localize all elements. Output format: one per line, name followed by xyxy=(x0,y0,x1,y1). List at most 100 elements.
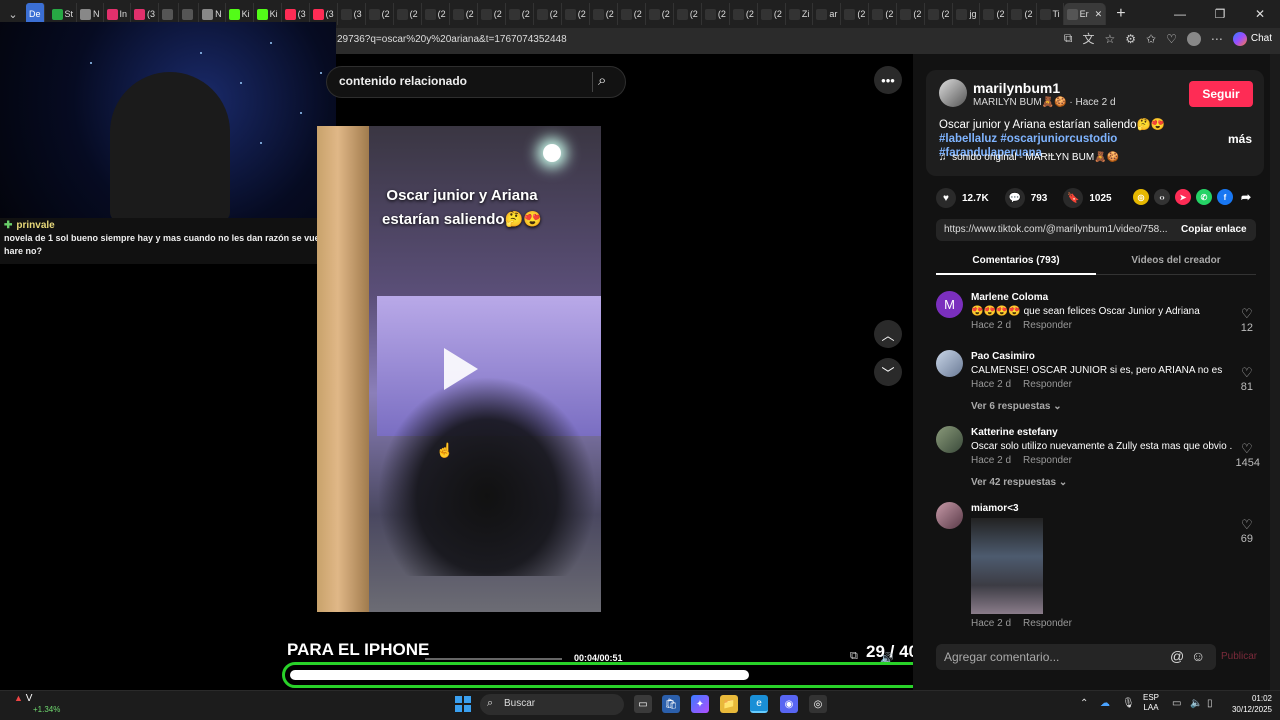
comment-like-icon[interactable]: ♡ xyxy=(1241,365,1253,381)
open-app-icon[interactable]: ⧉ xyxy=(1064,31,1073,46)
browser-tab[interactable]: (2 xyxy=(562,3,590,25)
browser-tab[interactable]: (2 xyxy=(366,3,394,25)
stock-widget[interactable]: ▲ V xyxy=(14,693,32,704)
browser-tab[interactable]: (2 xyxy=(869,3,898,25)
sound-link[interactable]: ♫ sonido original - MARILYN BUM🧸🍪 xyxy=(939,152,1119,163)
url-field[interactable]: 29736?q=oscar%20y%20ariana&t=17670743524… xyxy=(337,34,567,45)
windows-start-icon[interactable] xyxy=(455,696,471,712)
commenter-name[interactable]: Marlene Coloma xyxy=(971,292,1048,303)
more-button[interactable]: más xyxy=(1228,132,1252,146)
minimize-icon[interactable]: — xyxy=(1160,0,1200,28)
browser-tab[interactable]: (2 xyxy=(450,3,478,25)
profile-avatar[interactable] xyxy=(1186,31,1201,46)
browser-tab[interactable]: Ti xyxy=(1037,3,1064,25)
browser-tab[interactable]: Zi xyxy=(786,3,814,25)
author-avatar[interactable] xyxy=(939,79,967,107)
view-replies-button[interactable]: Ver 42 respuestas ⌄ xyxy=(971,477,1067,488)
send-icon[interactable]: ➤ xyxy=(1175,189,1191,205)
onedrive-icon[interactable]: ☁ xyxy=(1100,698,1110,709)
comment-image[interactable] xyxy=(971,518,1043,614)
obs-icon[interactable]: ◎ xyxy=(809,695,827,713)
previous-video-button[interactable]: ︿ xyxy=(874,320,902,348)
browser-tab[interactable]: (2 xyxy=(702,3,730,25)
browser-tab[interactable]: (2 xyxy=(394,3,422,25)
copilot-app-icon[interactable]: ✦ xyxy=(691,695,709,713)
author-username[interactable]: marilynbum1 xyxy=(973,80,1060,96)
discord-icon[interactable]: ◉ xyxy=(780,695,798,713)
browser-tab[interactable]: (2 xyxy=(422,3,450,25)
file-explorer-icon[interactable]: 📁 xyxy=(720,695,738,713)
browser-tab[interactable]: jg xyxy=(953,3,981,25)
emoji-icon[interactable]: ☺ xyxy=(1191,648,1205,664)
browser-tab[interactable]: (2 xyxy=(1008,3,1037,25)
close-window-icon[interactable]: ✕ xyxy=(1240,0,1280,28)
mention-icon[interactable]: @ xyxy=(1170,648,1184,664)
network-icon[interactable]: ▭ xyxy=(1172,698,1181,709)
favorite-star-icon[interactable]: ☆ xyxy=(1105,32,1116,46)
browser-tab[interactable]: (2 xyxy=(506,3,534,25)
share-arrow-icon[interactable]: ➦ xyxy=(1238,189,1254,205)
commenter-name[interactable]: miamor<3 xyxy=(971,503,1019,514)
maximize-icon[interactable]: ❐ xyxy=(1200,0,1240,28)
browser-tab[interactable]: (2 xyxy=(534,3,562,25)
browser-tab[interactable]: (2 xyxy=(590,3,618,25)
close-tab-icon[interactable]: ✕ xyxy=(1095,9,1103,20)
commenter-avatar[interactable] xyxy=(936,502,963,529)
browser-tab[interactable]: (2 xyxy=(618,3,646,25)
reply-button[interactable]: Responder xyxy=(1023,455,1072,466)
copilot-chat-button[interactable]: Chat xyxy=(1232,31,1272,46)
commenter-avatar[interactable]: M xyxy=(936,291,963,318)
browser-tab[interactable]: (2 xyxy=(980,3,1009,25)
follow-button[interactable]: Seguir xyxy=(1189,81,1253,107)
scrollbar[interactable] xyxy=(1270,54,1280,690)
active-tab[interactable]: Er ✕ xyxy=(1063,3,1107,25)
store-icon[interactable]: 🛍 xyxy=(662,695,680,713)
search-icon[interactable]: ⌕ xyxy=(598,72,606,89)
facebook-icon[interactable]: f xyxy=(1217,189,1233,205)
whatsapp-icon[interactable]: ✆ xyxy=(1196,189,1212,205)
tab-comments[interactable]: Comentarios (793) xyxy=(936,255,1096,266)
extensions-icon[interactable]: ⚙ xyxy=(1125,32,1136,46)
browser-tab[interactable]: (2 xyxy=(758,3,786,25)
search-input[interactable]: contenido relacionado xyxy=(339,74,467,88)
copy-link-button[interactable]: Copiar enlace xyxy=(1181,224,1247,235)
more-options-button[interactable]: ••• xyxy=(874,66,902,94)
browser-tab[interactable]: ar xyxy=(813,3,842,25)
commenter-avatar[interactable] xyxy=(936,426,963,453)
new-tab-icon[interactable]: + xyxy=(1116,5,1125,23)
reply-button[interactable]: Responder xyxy=(1023,379,1072,390)
battery-icon[interactable]: ▯ xyxy=(1207,698,1213,709)
language-indicator[interactable]: ESP LAA xyxy=(1143,693,1159,713)
volume-tray-icon[interactable]: 🔈 xyxy=(1190,698,1202,709)
favorites-icon[interactable]: ✩ xyxy=(1146,32,1156,46)
browser-essentials-icon[interactable]: ♡ xyxy=(1166,32,1177,46)
hashtag-link[interactable]: #labellaluz xyxy=(939,133,997,145)
commenter-name[interactable]: Katterine estefany xyxy=(971,427,1058,438)
browser-tab[interactable]: (2 xyxy=(478,3,506,25)
browser-tab[interactable]: (2 xyxy=(841,3,870,25)
play-icon[interactable] xyxy=(444,348,478,390)
comment-like-icon[interactable]: ♡ xyxy=(1241,517,1253,533)
browser-tab[interactable]: (2 xyxy=(730,3,758,25)
comment-like-icon[interactable]: ♡ xyxy=(1241,306,1253,322)
browser-tab[interactable]: (2 xyxy=(897,3,926,25)
embed-icon[interactable]: ‹› xyxy=(1154,189,1170,205)
comment-like-icon[interactable]: ♡ xyxy=(1241,441,1253,457)
browser-tab[interactable]: (2 xyxy=(925,3,954,25)
progress-bar[interactable] xyxy=(282,662,936,688)
reply-button[interactable]: Responder xyxy=(1023,618,1072,629)
commenter-name[interactable]: Pao Casimiro xyxy=(971,351,1035,362)
taskbar-search[interactable] xyxy=(480,694,624,715)
seek-track[interactable] xyxy=(425,658,562,660)
view-replies-button[interactable]: Ver 6 respuestas ⌄ xyxy=(971,401,1062,412)
reply-button[interactable]: Responder xyxy=(1023,320,1072,331)
publish-button[interactable]: Publicar xyxy=(1221,651,1257,662)
browser-tab[interactable]: (2 xyxy=(674,3,702,25)
browser-tab[interactable]: (2 xyxy=(646,3,674,25)
task-view-icon[interactable]: ▭ xyxy=(634,695,652,713)
clock[interactable]: 01:02 30/12/2025 xyxy=(1228,693,1272,715)
commenter-avatar[interactable] xyxy=(936,350,963,377)
next-video-button[interactable]: ﹀ xyxy=(874,358,902,386)
coin-icon[interactable]: ◎ xyxy=(1133,189,1149,205)
pip-stream-video[interactable] xyxy=(0,22,336,218)
